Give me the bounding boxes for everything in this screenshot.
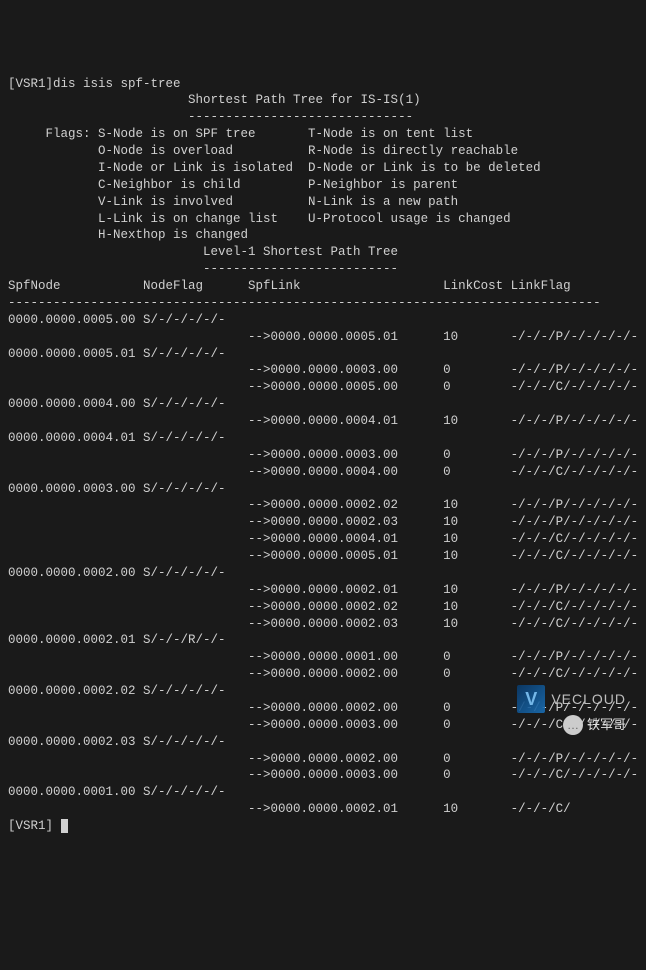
terminal-line: -->0000.0000.0002.00 0 -/-/-/C/-/-/-/-/- [8, 666, 638, 683]
terminal-line: [VSR1] [8, 818, 638, 835]
terminal-line: Level-1 Shortest Path Tree [8, 244, 638, 261]
terminal-line: SpfNode NodeFlag SpfLink LinkCost LinkFl… [8, 278, 638, 295]
wechat-icon: … [563, 715, 583, 735]
terminal-line: -->0000.0000.0003.00 0 -/-/-/C/-/-/-/-/- [8, 717, 638, 734]
terminal-line: 0000.0000.0003.00 S/-/-/-/-/- [8, 481, 638, 498]
terminal-line: -->0000.0000.0004.00 0 -/-/-/C/-/-/-/-/- [8, 464, 638, 481]
terminal-line: -->0000.0000.0002.01 10 -/-/-/P/-/-/-/-/… [8, 582, 638, 599]
terminal-line: -->0000.0000.0002.00 0 -/-/-/P/-/-/-/-/- [8, 751, 638, 768]
terminal-line: 0000.0000.0005.01 S/-/-/-/-/- [8, 346, 638, 363]
terminal-line: I-Node or Link is isolated D-Node or Lin… [8, 160, 638, 177]
terminal-line: Shortest Path Tree for IS-IS(1) [8, 92, 638, 109]
terminal-line: ----------------------------------------… [8, 295, 638, 312]
wechat-badge: … 铁军哥 [563, 715, 626, 735]
vecloud-logo-icon: V [517, 685, 545, 713]
terminal-line: -->0000.0000.0005.01 10 -/-/-/P/-/-/-/-/… [8, 329, 638, 346]
watermark: V VECLOUD [517, 685, 626, 713]
terminal-line: -->0000.0000.0001.00 0 -/-/-/P/-/-/-/-/- [8, 649, 638, 666]
terminal-line: 0000.0000.0004.01 S/-/-/-/-/- [8, 430, 638, 447]
terminal-line: 0000.0000.0004.00 S/-/-/-/-/- [8, 396, 638, 413]
cursor-icon [61, 819, 68, 833]
terminal-line: O-Node is overload R-Node is directly re… [8, 143, 638, 160]
terminal-line: -->0000.0000.0002.02 10 -/-/-/C/-/-/-/-/… [8, 599, 638, 616]
terminal-line: Flags: S-Node is on SPF tree T-Node is o… [8, 126, 638, 143]
watermark-brand: VECLOUD [551, 690, 626, 709]
terminal-line: -->0000.0000.0004.01 10 -/-/-/P/-/-/-/-/… [8, 413, 638, 430]
terminal-line: ------------------------------ [8, 109, 638, 126]
terminal-line: -->0000.0000.0002.02 10 -/-/-/P/-/-/-/-/… [8, 497, 638, 514]
terminal-line: -->0000.0000.0003.00 0 -/-/-/P/-/-/-/-/- [8, 362, 638, 379]
terminal-line: 0000.0000.0005.00 S/-/-/-/-/- [8, 312, 638, 329]
terminal-line: -->0000.0000.0002.03 10 -/-/-/C/-/-/-/-/… [8, 616, 638, 633]
terminal-line: -------------------------- [8, 261, 638, 278]
terminal-line: -->0000.0000.0003.00 0 -/-/-/C/-/-/-/-/- [8, 767, 638, 784]
terminal-line: -->0000.0000.0002.03 10 -/-/-/P/-/-/-/-/… [8, 514, 638, 531]
terminal-line: -->0000.0000.0005.01 10 -/-/-/C/-/-/-/-/… [8, 548, 638, 565]
terminal-line: 0000.0000.0002.01 S/-/-/R/-/- [8, 632, 638, 649]
terminal-line: [VSR1]dis isis spf-tree [8, 76, 638, 93]
terminal-line: -->0000.0000.0005.00 0 -/-/-/C/-/-/-/-/- [8, 379, 638, 396]
wechat-label: 铁军哥 [587, 716, 626, 734]
terminal-line: -->0000.0000.0004.01 10 -/-/-/C/-/-/-/-/… [8, 531, 638, 548]
terminal-line: L-Link is on change list U-Protocol usag… [8, 211, 638, 228]
terminal-line: 0000.0000.0001.00 S/-/-/-/-/- [8, 784, 638, 801]
terminal-line: -->0000.0000.0002.01 10 -/-/-/C/ [8, 801, 638, 818]
terminal-line: 0000.0000.0002.03 S/-/-/-/-/- [8, 734, 638, 751]
terminal-line: -->0000.0000.0003.00 0 -/-/-/P/-/-/-/-/- [8, 447, 638, 464]
terminal-line: H-Nexthop is changed [8, 227, 638, 244]
terminal-line: 0000.0000.0002.00 S/-/-/-/-/- [8, 565, 638, 582]
terminal-output: [VSR1]dis isis spf-tree Shortest Path Tr… [8, 76, 638, 835]
terminal-line: V-Link is involved N-Link is a new path [8, 194, 638, 211]
terminal-line: C-Neighbor is child P-Neighbor is parent [8, 177, 638, 194]
